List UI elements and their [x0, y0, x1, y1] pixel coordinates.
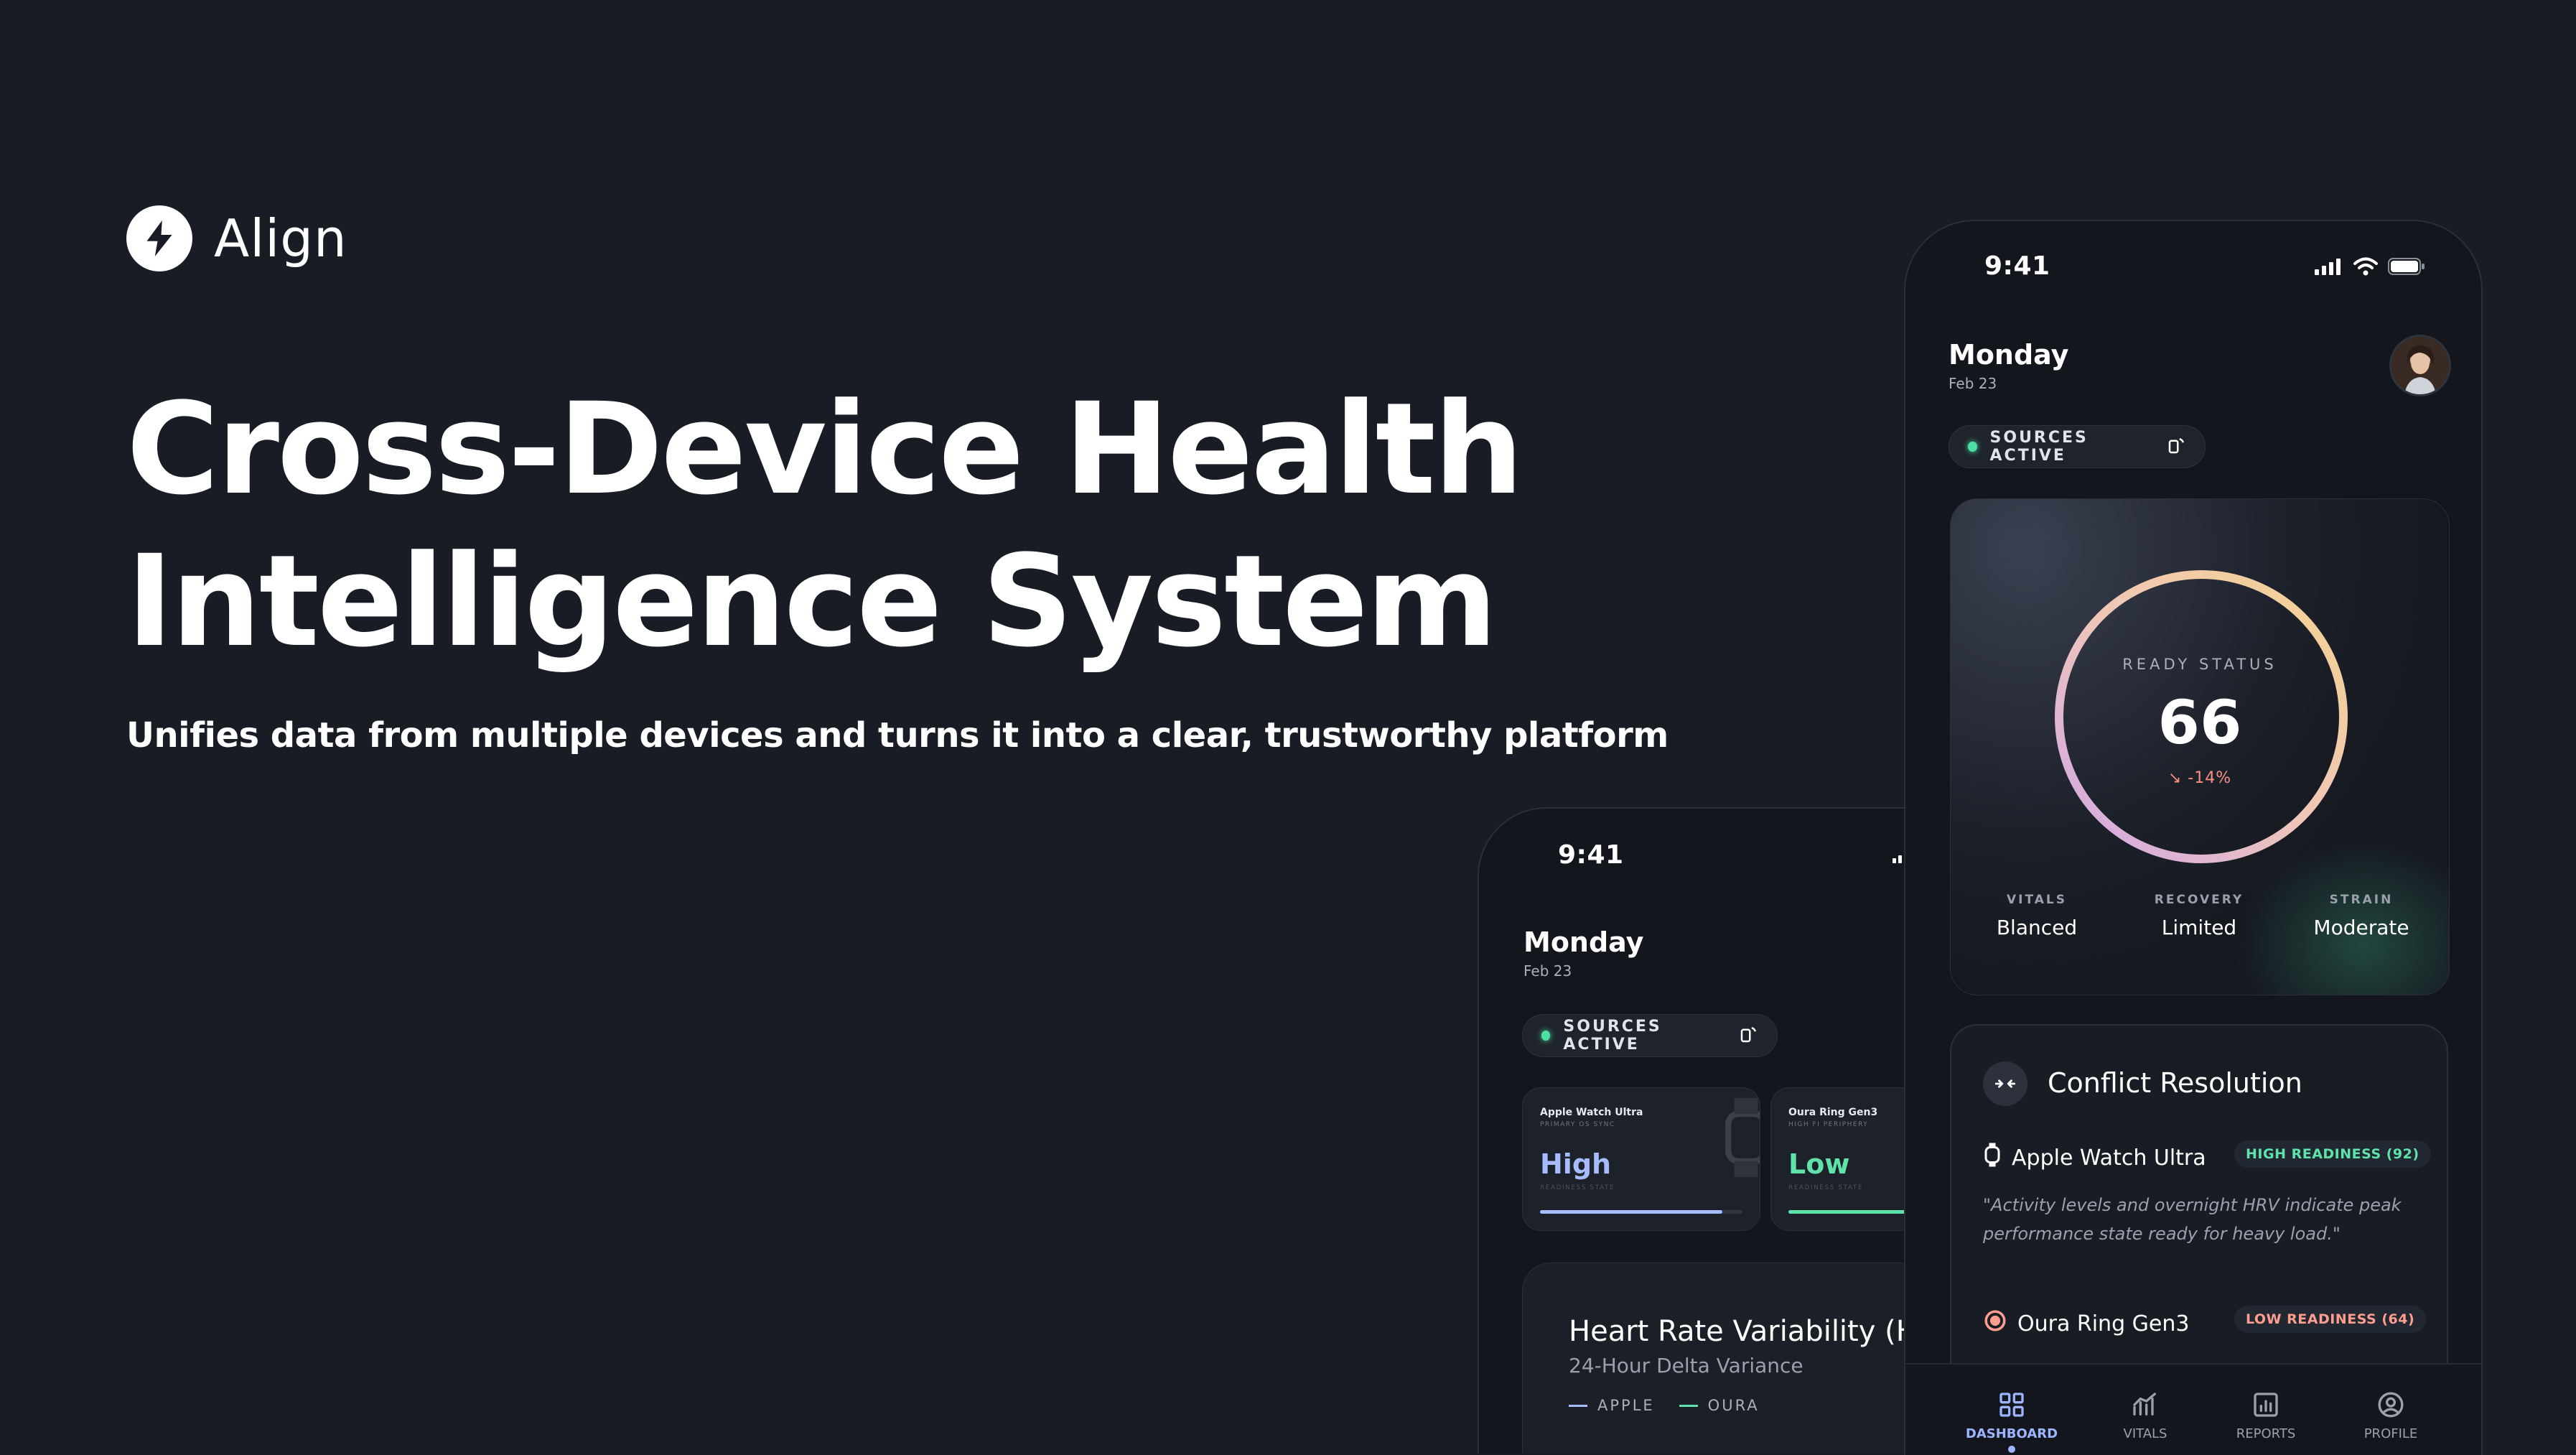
metric-label: STRAIN — [2329, 893, 2394, 907]
front-phone: 9:41 Monday Feb 23 SOURCES ACTIVE READY … — [1904, 220, 2483, 1455]
ready-status-label: READY STATUS — [2122, 656, 2277, 673]
nav-vitals[interactable]: VITALS — [2088, 1390, 2203, 1441]
sources-active-pill[interactable]: SOURCES ACTIVE — [1949, 425, 2206, 468]
readiness-badge-high: HIGH READINESS (92) — [2234, 1140, 2431, 1168]
nav-dashboard[interactable]: DASHBOARD — [1954, 1390, 2069, 1453]
conflict-resolution-card[interactable]: Conflict Resolution Apple Watch Ultra HI… — [1950, 1024, 2448, 1398]
hero-subtitle: Unifies data from multiple devices and t… — [126, 715, 1669, 756]
sync-icon — [1738, 1023, 1760, 1048]
merge-arrows-icon — [1983, 1061, 2027, 1106]
watch-icon — [1721, 1098, 1760, 1180]
hrv-legend: APPLE OURA — [1569, 1397, 1760, 1414]
device-sub: PRIMARY OS SYNC — [1540, 1121, 1615, 1128]
brand-name: Align — [214, 208, 347, 269]
device-name: Oura Ring Gen3 — [1788, 1107, 1878, 1118]
metric-label: RECOVERY — [2154, 893, 2244, 907]
watch-icon — [1983, 1142, 2002, 1173]
avatar[interactable] — [2389, 335, 2451, 396]
metric-recovery: RECOVERY Limited — [2120, 893, 2278, 939]
active-indicator — [2008, 1446, 2015, 1453]
grid-icon — [1997, 1393, 2026, 1422]
legend-label: APPLE — [1597, 1397, 1655, 1414]
status-time: 9:41 — [1558, 840, 1624, 870]
conflict-title: Conflict Resolution — [2048, 1067, 2302, 1099]
nav-reports[interactable]: REPORTS — [2208, 1390, 2323, 1441]
ready-status-value: 66 — [2157, 687, 2242, 758]
readiness-bar-fill — [1788, 1210, 1910, 1214]
legend-label: OURA — [1707, 1397, 1760, 1414]
battery-icon — [2388, 257, 2425, 279]
lightning-bolt-icon — [126, 205, 192, 271]
day-label: Monday — [1523, 926, 1644, 958]
nav-profile[interactable]: PROFILE — [2333, 1390, 2448, 1441]
sources-active-pill[interactable]: SOURCES ACTIVE — [1522, 1014, 1778, 1057]
nav-label: VITALS — [2123, 1426, 2167, 1441]
legend-oura: OURA — [1679, 1397, 1760, 1414]
status-time: 9:41 — [1984, 251, 2050, 281]
activity-chart-icon — [2131, 1393, 2160, 1422]
user-circle-icon — [2376, 1392, 2405, 1422]
brand: Align — [126, 205, 347, 271]
conflict-device-oura[interactable]: Oura Ring Gen3 — [1983, 1308, 2189, 1339]
readiness-bar — [1540, 1210, 1742, 1214]
hero-title-line-2: Intelligence System — [126, 528, 1498, 675]
readiness-badge-low: LOW READINESS (64) — [2234, 1306, 2427, 1333]
status-dot — [1541, 1031, 1551, 1041]
metric-value: Blanced — [1996, 916, 2078, 939]
conflict-device-apple[interactable]: Apple Watch Ultra — [1983, 1142, 2206, 1173]
readiness-value: Low — [1788, 1148, 1850, 1180]
metric-value: Limited — [2161, 916, 2237, 939]
readiness-caption: READINESS STATE — [1788, 1184, 1864, 1191]
metric-value: Moderate — [2313, 916, 2409, 939]
bottom-nav: DASHBOARD VITALS REPORTS PROFILE — [1905, 1363, 2481, 1455]
date-label: Feb 23 — [1523, 962, 1572, 980]
sources-label: SOURCES ACTIVE — [1563, 1018, 1662, 1054]
readiness-bar-fill — [1540, 1210, 1722, 1214]
hrv-subtitle: 24-Hour Delta Variance — [1569, 1354, 1803, 1377]
signal-icon — [2315, 258, 2343, 278]
sync-icon — [2166, 434, 2188, 459]
day-label: Monday — [1949, 339, 2069, 371]
conflict-quote: "Activity levels and overnight HRV indic… — [1983, 1195, 2402, 1244]
readiness-value: High — [1540, 1148, 1612, 1180]
device-name: Oura Ring Gen3 — [2017, 1311, 2190, 1337]
device-card-apple[interactable]: Apple Watch Ultra PRIMARY OS SYNC High R… — [1522, 1087, 1760, 1231]
report-chart-icon — [2251, 1393, 2280, 1422]
legend-apple: APPLE — [1569, 1397, 1655, 1414]
nav-label: REPORTS — [2236, 1426, 2296, 1441]
device-name: Apple Watch Ultra — [1540, 1107, 1643, 1118]
status-icons — [2315, 257, 2425, 279]
sources-label: SOURCES ACTIVE — [1989, 429, 2089, 465]
device-name: Apple Watch Ultra — [2012, 1145, 2206, 1171]
ready-status-delta: ↘ -14% — [2167, 769, 2232, 787]
status-dot — [1968, 442, 1977, 452]
nav-label: PROFILE — [2363, 1426, 2418, 1441]
hero-title-line-1: Cross-Device Health — [126, 376, 1523, 523]
metric-label: VITALS — [2007, 893, 2067, 907]
ready-status-card[interactable]: READY STATUS 66 ↘ -14% VITALS Blanced RE… — [1950, 498, 2450, 995]
date-label: Feb 23 — [1949, 375, 1997, 392]
ring-icon — [1983, 1308, 2007, 1339]
metric-strain: STRAIN Moderate — [2282, 893, 2440, 939]
device-sub: HIGH FI PERIPHERY — [1788, 1121, 1869, 1128]
nav-label: DASHBOARD — [1965, 1426, 2058, 1441]
wifi-icon — [2353, 257, 2378, 279]
metric-vitals: VITALS Blanced — [1958, 893, 2116, 939]
readiness-caption: READINESS STATE — [1540, 1184, 1615, 1191]
hero-title: Cross-Device Health Intelligence System — [126, 373, 1706, 678]
